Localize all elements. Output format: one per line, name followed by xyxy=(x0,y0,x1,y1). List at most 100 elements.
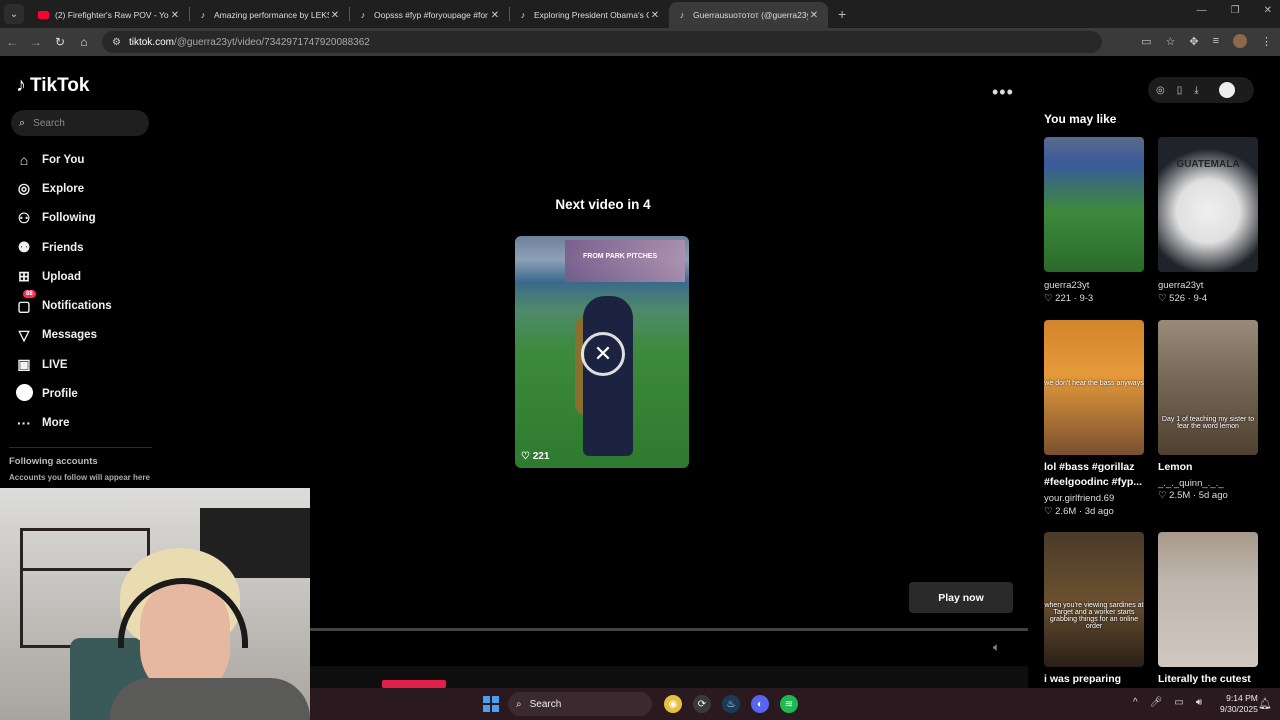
mobile-icon[interactable]: ▯ xyxy=(1177,85,1183,96)
browser-tab[interactable]: ♪ Amazing performance by LEKSI ✕ xyxy=(190,2,349,28)
suggested-author[interactable]: your.girlfriend.69 xyxy=(1044,493,1114,504)
thumb-caption: Day 1 of teaching my sister to fear the … xyxy=(1161,416,1255,430)
sidebar-item-for-you[interactable]: ⌂ For You xyxy=(15,145,112,174)
tiktok-icon: ♪ xyxy=(520,10,526,20)
suggested-title[interactable]: lol #bass #gorillaz #feelgoodinc #fyp... xyxy=(1044,460,1148,490)
extensions-icon[interactable]: ✥ xyxy=(1189,35,1198,48)
close-tab-icon[interactable]: ✕ xyxy=(649,10,661,21)
sidebar-item-live[interactable]: ▣ LIVE xyxy=(15,350,112,379)
toggle-knob[interactable] xyxy=(1218,82,1235,98)
chevron-up-icon[interactable]: ^ xyxy=(1133,697,1138,708)
sidebar-nav: ⌂ For You ◎ Explore ⚇ Following ⚉ Friend… xyxy=(15,145,112,438)
search-icon: ⌕ xyxy=(19,116,26,129)
discord-icon[interactable]: ◐ xyxy=(751,695,769,713)
microphone-icon[interactable]: 🎤︎ xyxy=(1150,697,1163,708)
sidebar-item-upload[interactable]: ⊞ Upload xyxy=(15,262,112,291)
heart-icon: ♡ xyxy=(1044,506,1056,517)
avatar-icon xyxy=(15,384,33,404)
compass-icon: ◎ xyxy=(17,180,31,197)
browser-menu-icon[interactable]: ⋮ xyxy=(1261,35,1272,48)
bookmark-star-icon[interactable]: ☆ xyxy=(1165,35,1175,48)
autoscroll-icon[interactable]: ◎ xyxy=(1156,85,1165,96)
heart-icon: ♡ xyxy=(1044,293,1056,304)
profile-avatar-icon[interactable] xyxy=(1233,34,1247,48)
new-tab-icon[interactable]: + xyxy=(838,6,846,22)
sidebar-item-messages[interactable]: ▽ Messages xyxy=(15,321,112,350)
browser-toolbar: ← → ↻ ⌂ ⚙ tiktok.com/@guerra23yt/video/7… xyxy=(0,28,1280,56)
restore-icon[interactable]: ❐ xyxy=(1231,5,1240,16)
friends-icon: ⚉ xyxy=(17,239,31,256)
tiktok-logo[interactable]: ♪ TikTok xyxy=(16,74,89,97)
suggested-video-thumb[interactable] xyxy=(1044,137,1144,272)
following-accounts-heading: Following accounts xyxy=(9,456,98,467)
volume-icon[interactable]: 🔊︎ xyxy=(1196,697,1202,708)
spotify-icon[interactable]: ≋ xyxy=(780,695,798,713)
steam-icon[interactable]: ♨ xyxy=(722,695,740,713)
sidebar-item-explore[interactable]: ◎ Explore xyxy=(15,174,112,203)
browser-tab[interactable]: ♪ Exploring President Obama's C ✕ xyxy=(510,2,669,28)
heart-icon: ♡ xyxy=(1158,293,1170,304)
youtube-icon xyxy=(38,11,49,19)
suggested-author[interactable]: guerra23yt xyxy=(1044,280,1089,291)
address-bar[interactable]: ⚙ tiktok.com/@guerra23yt/video/734297174… xyxy=(102,31,1102,53)
taskbar-clock[interactable]: 9:14 PM 9/30/2025 xyxy=(1220,693,1258,715)
webcam-overlay xyxy=(0,488,310,720)
suggested-video-thumb[interactable]: when you're viewing sardines at Target a… xyxy=(1044,532,1144,667)
suggested-video-thumb[interactable]: we don't hear the bass anyways xyxy=(1044,320,1144,455)
taskbar-search[interactable]: ⌕ Search xyxy=(508,692,652,716)
sidebar-item-following[interactable]: ⚇ Following xyxy=(15,204,112,233)
cancel-autoplay-icon[interactable]: ✕ xyxy=(581,332,625,376)
site-info-icon[interactable]: ⚙ xyxy=(112,37,121,48)
windows-start-icon[interactable] xyxy=(483,696,499,712)
close-window-icon[interactable]: ✕ xyxy=(1264,5,1272,16)
tiktok-icon: ♪ xyxy=(679,10,685,20)
heart-icon: ♡ xyxy=(1158,490,1170,501)
network-icon[interactable]: ▭ xyxy=(1174,697,1183,708)
suggested-video-thumb[interactable]: Day 1 of teaching my sister to fear the … xyxy=(1158,320,1258,455)
home-icon[interactable]: ⌂ xyxy=(72,35,96,49)
more-options-icon[interactable]: ••• xyxy=(992,82,1014,103)
tab-title: Amazing performance by LEKSI xyxy=(214,10,329,20)
search-input[interactable]: ⌕ Search xyxy=(11,110,149,136)
video-progress-bar[interactable] xyxy=(310,628,1028,631)
browser-tab[interactable]: ♪ Oopsss #fyp #foryoupage #for ✕ xyxy=(350,2,509,28)
suggested-title[interactable]: i was preparing xyxy=(1044,672,1148,687)
sidebar-item-profile[interactable]: Profile xyxy=(15,379,112,408)
download-icon[interactable]: ⤓ xyxy=(1194,85,1198,96)
suggested-title[interactable]: Lemon xyxy=(1158,460,1262,475)
notification-bell-icon[interactable]: 🔔︎ xyxy=(1258,697,1272,710)
tab-title: Guerrausuoтoтот (@guerra23y xyxy=(693,10,808,20)
minimize-icon[interactable]: — xyxy=(1197,5,1207,16)
thumb-caption: we don't hear the bass anyways xyxy=(1044,380,1144,387)
browser-tab-active[interactable]: ♪ Guerrausuoтoтот (@guerra23y ✕ xyxy=(669,2,828,28)
media-controls-icon[interactable]: ≡ xyxy=(1213,35,1219,47)
back-icon[interactable]: ← xyxy=(0,35,24,49)
forward-icon[interactable]: → xyxy=(24,35,48,49)
tab-search-chevron-icon[interactable]: ⌄ xyxy=(4,4,24,24)
suggested-title[interactable]: Literally the cutest xyxy=(1158,672,1262,687)
suggested-video-thumb[interactable]: GUATEMALA xyxy=(1158,137,1258,272)
suggested-stats: ♡ 221 · 9-3 xyxy=(1044,293,1094,304)
system-tray: ^ 🎤︎ ▭ 🔊︎ xyxy=(1133,697,1202,708)
sidebar-item-friends[interactable]: ⚉ Friends xyxy=(15,233,112,262)
suggested-author[interactable]: _._._quinn_._._ xyxy=(1158,478,1224,489)
accent-bar xyxy=(382,680,446,688)
suggested-author[interactable]: guerra23yt xyxy=(1158,280,1203,291)
system-icon[interactable]: ⟳ xyxy=(693,695,711,713)
close-tab-icon[interactable]: ✕ xyxy=(329,10,341,21)
browser-tab[interactable]: (2) Firefighter's Raw POV - YouT ✕ xyxy=(30,2,189,28)
close-tab-icon[interactable]: ✕ xyxy=(489,10,501,21)
chrome-icon[interactable]: ◉ xyxy=(664,695,682,713)
close-tab-icon[interactable]: ✕ xyxy=(169,10,181,21)
next-video-card[interactable]: FROM PARK PITCHES ✕ ♡ 221 xyxy=(515,236,689,468)
play-now-button[interactable]: Play now xyxy=(909,582,1013,613)
sidebar-item-notifications[interactable]: ▢ 88 Notifications xyxy=(15,289,112,320)
cast-icon[interactable]: ▭ xyxy=(1141,35,1151,48)
close-tab-icon[interactable]: ✕ xyxy=(808,10,820,21)
volume-icon[interactable]: 🔈︎ xyxy=(993,640,1000,655)
suggested-video-thumb[interactable] xyxy=(1158,532,1258,667)
more-icon: ··· xyxy=(17,415,31,432)
reload-icon[interactable]: ↻ xyxy=(48,35,72,49)
sidebar-item-more[interactable]: ··· More xyxy=(15,409,112,438)
following-accounts-hint: Accounts you follow will appear here xyxy=(9,473,150,482)
